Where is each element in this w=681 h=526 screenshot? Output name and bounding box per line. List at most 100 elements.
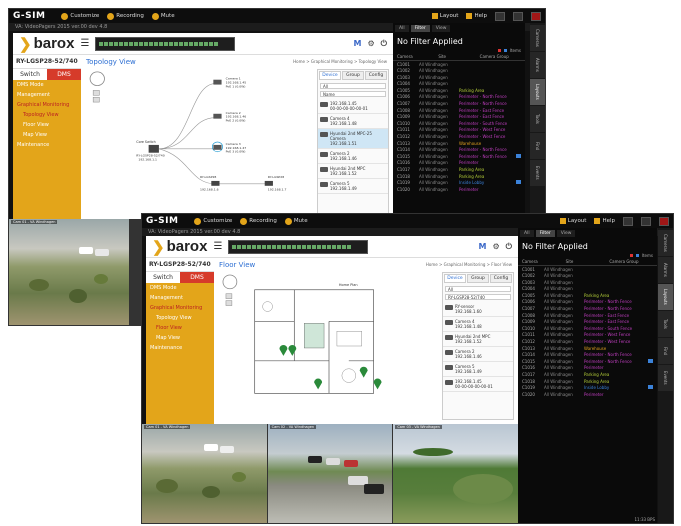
table-row[interactable]: C1004 All Windhagen xyxy=(393,81,525,88)
settings-icon[interactable]: ⚙ xyxy=(368,39,375,48)
flag-icon[interactable] xyxy=(648,358,653,363)
minimize-button[interactable] xyxy=(495,11,505,21)
list-item[interactable]: Hyundai 2nd MPC 192.168.1.52 xyxy=(318,164,388,179)
camera-pin[interactable] xyxy=(359,366,368,378)
list-item[interactable]: 192.168.1.45 00-00-00-00-00-01 xyxy=(318,99,388,114)
table-row[interactable]: C1007 All Windhagen Perimeter - North Fenc… xyxy=(518,306,657,313)
table-row[interactable]: C1015 All Windhagen Perimeter - North Fenc… xyxy=(393,153,525,160)
vtab-events[interactable]: Events xyxy=(658,365,673,391)
table-row[interactable]: C1003 All Windhagen xyxy=(393,74,525,81)
tab-device[interactable]: Device xyxy=(444,274,466,283)
sidebar-item-topology-view[interactable]: Topology View xyxy=(13,110,81,120)
sidebar-item-graphical-monitoring[interactable]: Graphical Monitoring xyxy=(146,303,214,313)
table-row[interactable]: C1005 All Windhagen Parking Area xyxy=(518,292,657,299)
menu-help[interactable]: Help xyxy=(466,13,487,19)
tab-device[interactable]: Device xyxy=(319,71,341,80)
table-row[interactable]: C1018 All Windhagen Parking Area xyxy=(393,173,525,180)
vtab-cameras[interactable]: Cameras xyxy=(658,230,673,256)
tab-switch[interactable]: Switch xyxy=(13,69,47,80)
list-item[interactable]: Camera 5 192.168.1.49 xyxy=(318,179,388,194)
list-item[interactable]: Camera 4 192.168.1.48 xyxy=(318,114,388,129)
table-row[interactable]: C1008 All Windhagen Perimeter - East Fence xyxy=(518,312,657,319)
camera-feed[interactable]: Cam 02 - VA Windhagen xyxy=(267,424,393,523)
table-row[interactable]: C1014 All Windhagen Perimeter - North Fenc… xyxy=(518,352,657,359)
switch-node-3[interactable] xyxy=(264,180,273,186)
table-row[interactable]: C1020 All Windhagen Perimeter xyxy=(393,186,525,193)
hamburger-menu-icon[interactable]: ☰ xyxy=(80,38,89,49)
menu-help[interactable]: Help xyxy=(594,218,615,224)
vtab-alarms[interactable]: Alarms xyxy=(658,257,673,283)
list-item[interactable]: RY-sensor 192.168.1.60 xyxy=(443,302,513,317)
tab-all[interactable]: All xyxy=(395,25,409,32)
save-icon[interactable]: M xyxy=(354,39,362,48)
camera-node-2[interactable] xyxy=(213,113,222,119)
camera-pin[interactable] xyxy=(314,378,323,390)
table-row[interactable]: C1007 All Windhagen Perimeter - North Fenc… xyxy=(393,101,525,108)
close-button[interactable] xyxy=(531,11,541,21)
device-sort-select[interactable]: Name xyxy=(320,91,386,97)
camera-feed[interactable]: Cam 01 - VA Windhagen xyxy=(9,219,129,325)
sidebar-item-dms-mode[interactable]: DMS Mode xyxy=(146,283,214,293)
switch-node-2[interactable] xyxy=(211,180,220,186)
sidebar-item-topology-view[interactable]: Topology View xyxy=(146,313,214,323)
sidebar-item-floor-view[interactable]: Floor View xyxy=(13,120,81,130)
table-row[interactable]: C1011 All Windhagen Perimeter - West Fence xyxy=(393,127,525,134)
tab-filter[interactable]: Filter xyxy=(535,230,555,237)
vtab-events[interactable]: Events xyxy=(530,160,545,186)
table-row[interactable]: C1013 All Windhagen Warehouse xyxy=(393,140,525,147)
sidebar-item-floor-view[interactable]: Floor View xyxy=(146,323,214,333)
menu-customize[interactable]: Customize xyxy=(194,217,232,225)
table-row[interactable]: C1002 All Windhagen xyxy=(393,68,525,75)
table-row[interactable]: C1018 All Windhagen Parking Area xyxy=(518,378,657,385)
table-row[interactable]: C1011 All Windhagen Perimeter - West Fence xyxy=(518,332,657,339)
vtab-tools[interactable]: Tools xyxy=(530,106,545,132)
tab-dms[interactable]: DMS xyxy=(180,272,214,283)
table-row[interactable]: C1013 All Windhagen Warehouse xyxy=(518,345,657,352)
device-filter-select[interactable]: All xyxy=(320,83,386,89)
list-item[interactable]: Camera 2 192.168.1.46 xyxy=(443,347,513,362)
sidebar-item-dms-mode[interactable]: DMS Mode xyxy=(13,80,81,90)
table-row[interactable]: C1010 All Windhagen Perimeter - South Fenc… xyxy=(518,325,657,332)
zoom-out-button[interactable] xyxy=(225,300,233,306)
tab-config[interactable]: Config xyxy=(490,274,512,283)
table-row[interactable]: C1009 All Windhagen Perimeter - East Fence xyxy=(393,114,525,121)
menu-mute[interactable]: Mute xyxy=(151,12,175,20)
table-row[interactable]: C1004 All Windhagen xyxy=(518,286,657,293)
table-row[interactable]: C1002 All Windhagen xyxy=(518,273,657,280)
table-row[interactable]: C1008 All Windhagen Perimeter - East Fence xyxy=(393,107,525,114)
maximize-button[interactable] xyxy=(513,11,523,21)
table-row[interactable]: C1016 All Windhagen Perimeter xyxy=(518,365,657,372)
flag-icon[interactable] xyxy=(516,180,521,185)
flag-icon[interactable] xyxy=(648,385,653,390)
tab-switch[interactable]: Switch xyxy=(146,272,180,283)
tab-config[interactable]: Config xyxy=(365,71,387,80)
tab-view[interactable]: View xyxy=(556,230,576,237)
sidebar-item-graphical-monitoring[interactable]: Graphical Monitoring xyxy=(13,100,81,110)
settings-icon[interactable]: ⚙ xyxy=(493,242,500,251)
filter-icon[interactable] xyxy=(635,254,639,257)
camera-node-3[interactable] xyxy=(213,144,222,150)
vtab-layouts[interactable]: Layouts xyxy=(530,79,545,105)
menu-customize[interactable]: Customize xyxy=(61,12,99,20)
menu-recording[interactable]: Recording xyxy=(240,217,277,225)
save-icon[interactable]: M xyxy=(479,242,487,251)
vtab-tools[interactable]: Tools xyxy=(658,311,673,337)
minimize-button[interactable] xyxy=(623,216,633,226)
table-row[interactable]: C1010 All Windhagen Perimeter - South Fenc… xyxy=(393,120,525,127)
list-item[interactable]: Hyundai 2nd MPC-25 Camera 192.168.1.51 xyxy=(318,129,388,149)
logout-icon[interactable]: ⏻ xyxy=(506,242,512,252)
vtab-cameras[interactable]: Cameras xyxy=(530,25,545,51)
list-item[interactable]: Camera 5 192.168.1.49 xyxy=(443,362,513,377)
camera-node-1[interactable] xyxy=(213,79,222,85)
menu-layout[interactable]: Layout xyxy=(431,13,458,19)
vtab-find[interactable]: Find xyxy=(658,338,673,364)
tab-view[interactable]: View xyxy=(431,25,451,32)
list-item[interactable]: 192.168.1.45 00-00-00-00-00-01 xyxy=(443,377,513,392)
list-item[interactable]: Camera 2 192.168.1.46 xyxy=(318,149,388,164)
vtab-alarms[interactable]: Alarms xyxy=(530,52,545,78)
core-switch-node[interactable] xyxy=(148,144,159,153)
vtab-find[interactable]: Find xyxy=(530,133,545,159)
table-row[interactable]: C1006 All Windhagen Perimeter - North Fenc… xyxy=(393,94,525,101)
logout-icon[interactable]: ⏻ xyxy=(381,39,387,49)
table-row[interactable]: C1015 All Windhagen Perimeter - North Fenc… xyxy=(518,358,657,365)
